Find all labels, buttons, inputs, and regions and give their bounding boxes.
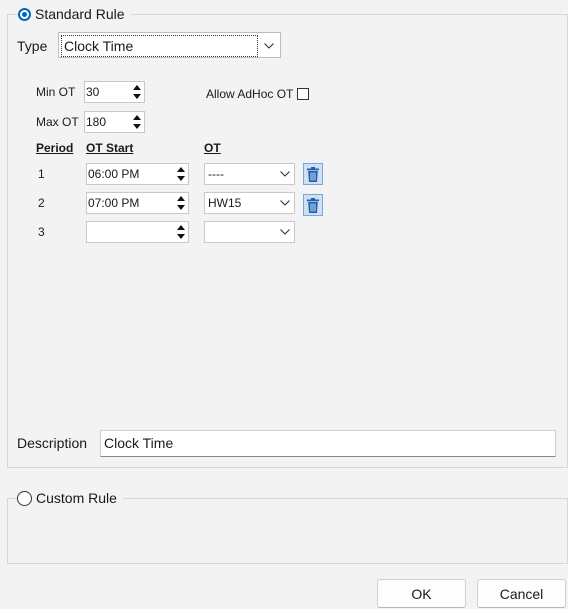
spin-up-icon[interactable] [133,113,141,122]
ot-1-value: ---- [208,167,224,181]
ot-start-3-spinner[interactable] [86,221,189,243]
ot-column-header: OT [204,141,221,155]
description-input[interactable]: Clock Time [100,430,556,457]
max-ot-label: Max OT [36,115,79,129]
description-label: Description [17,435,88,451]
min-ot-label: Min OT [36,85,76,99]
spin-down-icon[interactable] [177,232,185,241]
type-dropdown[interactable]: Clock Time [58,32,281,58]
allow-adhoc-checkbox[interactable] [297,88,309,100]
period-2-label: 2 [38,196,45,210]
min-ot-spinner[interactable]: 30 [84,81,145,103]
standard-rule-radio[interactable] [18,7,31,21]
chevron-down-icon [276,171,294,177]
cancel-button[interactable]: Cancel [477,579,566,608]
max-ot-spinner[interactable]: 180 [84,111,145,133]
standard-rule-option[interactable]: Standard Rule [18,5,131,23]
spin-up-icon[interactable] [177,165,185,174]
ot-2-value: HW15 [208,196,242,210]
ot-start-2-value: 07:00 PM [88,196,140,210]
ot-3-dropdown[interactable] [204,221,295,243]
spin-up-icon[interactable] [177,223,185,232]
standard-rule-label: Standard Rule [35,6,125,22]
type-label: Type [17,38,48,54]
custom-rule-radio[interactable] [17,490,32,506]
chevron-down-icon [276,229,294,235]
trash-icon [307,197,319,213]
ot-start-1-value: 06:00 PM [88,167,140,181]
ot-start-column-header: OT Start [86,141,134,155]
min-ot-value: 30 [86,85,100,99]
custom-rule-group [7,498,568,564]
chevron-down-icon [276,200,294,206]
period-1-label: 1 [38,167,45,181]
spin-up-icon[interactable] [177,194,185,203]
ot-1-dropdown[interactable]: ---- [204,163,295,185]
ot-start-3-value [87,222,174,242]
delete-row-1-button[interactable] [303,163,323,185]
spin-down-icon[interactable] [177,203,185,212]
ot-start-1-spinner[interactable]: 06:00 PM [86,163,189,185]
max-ot-value: 180 [86,115,107,129]
allow-adhoc-label: Allow AdHoc OT [206,87,294,101]
ot-2-dropdown[interactable]: HW15 [204,192,295,214]
period-3-label: 3 [38,225,45,239]
ok-button[interactable]: OK [377,579,466,608]
custom-rule-option[interactable]: Custom Rule [17,489,123,507]
spin-down-icon[interactable] [177,174,185,183]
spin-up-icon[interactable] [133,83,141,92]
spin-down-icon[interactable] [133,122,141,131]
spin-down-icon[interactable] [133,92,141,101]
trash-icon [307,166,319,182]
type-dropdown-value: Clock Time [61,35,258,57]
ot-start-2-spinner[interactable]: 07:00 PM [86,192,189,214]
custom-rule-label: Custom Rule [36,490,117,506]
delete-row-2-button[interactable] [303,194,323,216]
chevron-down-icon [260,37,278,55]
period-column-header: Period [36,141,74,155]
